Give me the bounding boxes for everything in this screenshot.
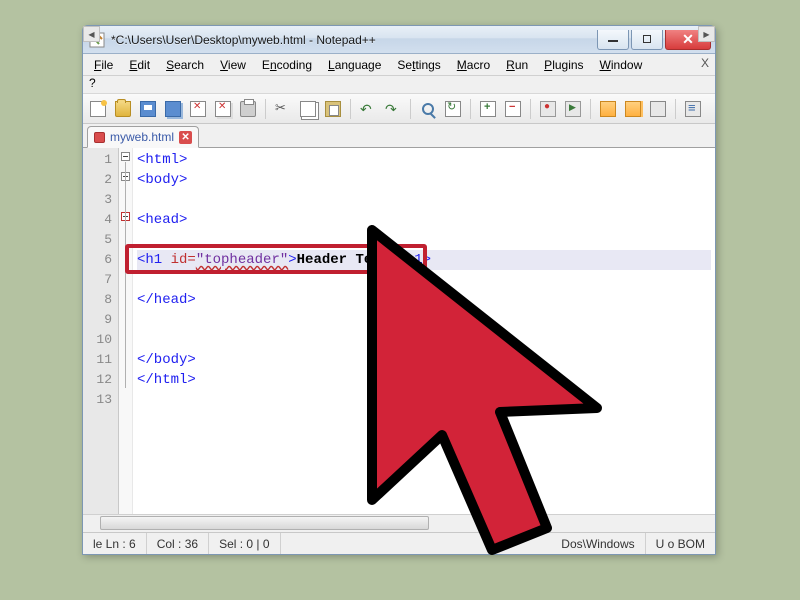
macro-record-button[interactable] — [537, 98, 559, 120]
editor-area[interactable]: 123 456 789 101112 13 <html> <body> <hea… — [83, 148, 715, 514]
redo-button[interactable]: ↷ — [382, 98, 404, 120]
status-col: Col : 36 — [147, 533, 209, 554]
window-title: *C:\Users\User\Desktop\myweb.html - Note… — [111, 33, 597, 47]
status-sel: Sel : 0 | 0 — [209, 533, 280, 554]
menu-edit[interactable]: Edit — [122, 56, 157, 74]
scroll-right-arrow-icon[interactable]: ▶ — [698, 26, 715, 42]
file-tab-myweb[interactable]: myweb.html ✕ — [87, 126, 199, 148]
menubar: File Edit Search View Encoding Language … — [83, 54, 715, 76]
print-button[interactable] — [237, 98, 259, 120]
paste-button[interactable] — [322, 98, 344, 120]
code-content[interactable]: <html> <body> <head> <h1 id="topheader">… — [133, 148, 715, 514]
menu-file[interactable]: File — [87, 56, 120, 74]
cut-button[interactable]: ✂ — [272, 98, 294, 120]
menu-window[interactable]: Window — [593, 56, 650, 74]
copy-button[interactable] — [297, 98, 319, 120]
toolbar: ✂ ↶ ↷ — [83, 94, 715, 124]
status-encoding: U o BOM — [646, 533, 715, 554]
undo-button[interactable]: ↶ — [357, 98, 379, 120]
window-controls: ✕ — [597, 30, 711, 50]
scroll-thumb[interactable] — [100, 516, 429, 530]
save-all-button[interactable] — [162, 98, 184, 120]
macro-play-button[interactable] — [562, 98, 584, 120]
menu-search[interactable]: Search — [159, 56, 211, 74]
toolbar-ext3-button[interactable] — [647, 98, 669, 120]
menu-macro[interactable]: Macro — [450, 56, 497, 74]
unsaved-indicator-icon — [94, 132, 105, 143]
menu-plugins[interactable]: Plugins — [537, 56, 590, 74]
save-button[interactable] — [137, 98, 159, 120]
close-all-button[interactable] — [212, 98, 234, 120]
toolbar-ext1-button[interactable] — [597, 98, 619, 120]
separator — [675, 99, 676, 119]
fold-toggle-icon[interactable] — [121, 152, 130, 161]
menu-settings[interactable]: Settings — [390, 56, 447, 74]
statusbar: le Ln : 6 Col : 36 Sel : 0 | 0 Dos\Windo… — [83, 532, 715, 554]
titlebar[interactable]: *C:\Users\User\Desktop\myweb.html - Note… — [83, 26, 715, 54]
scroll-left-arrow-icon[interactable]: ◀ — [83, 26, 100, 42]
new-file-button[interactable] — [87, 98, 109, 120]
horizontal-scrollbar[interactable]: ◀ ▶ — [83, 514, 715, 532]
replace-button[interactable] — [442, 98, 464, 120]
separator — [265, 99, 266, 119]
word-wrap-button[interactable] — [682, 98, 704, 120]
menu-run[interactable]: Run — [499, 56, 535, 74]
close-file-button[interactable] — [187, 98, 209, 120]
tab-close-icon[interactable]: ✕ — [179, 131, 192, 144]
doc-close-x[interactable]: X — [701, 56, 709, 70]
separator — [350, 99, 351, 119]
toolbar-ext2-button[interactable] — [622, 98, 644, 120]
separator — [590, 99, 591, 119]
fold-column — [119, 148, 133, 514]
tab-bar: myweb.html ✕ — [83, 124, 715, 148]
separator — [530, 99, 531, 119]
status-line: le Ln : 6 — [83, 533, 147, 554]
maximize-button[interactable] — [631, 30, 663, 50]
tab-label: myweb.html — [110, 130, 174, 144]
app-window: *C:\Users\User\Desktop\myweb.html - Note… — [82, 25, 716, 555]
status-eol: Dos\Windows — [551, 533, 645, 554]
minimize-button[interactable] — [597, 30, 629, 50]
zoom-in-button[interactable] — [477, 98, 499, 120]
menu-language[interactable]: Language — [321, 56, 388, 74]
menu-view[interactable]: View — [213, 56, 253, 74]
zoom-out-button[interactable] — [502, 98, 524, 120]
line-number-gutter: 123 456 789 101112 13 — [83, 148, 119, 514]
scroll-track[interactable] — [100, 515, 698, 532]
open-file-button[interactable] — [112, 98, 134, 120]
separator — [470, 99, 471, 119]
menu-encoding[interactable]: Encoding — [255, 56, 319, 74]
help-row[interactable]: ? — [83, 76, 715, 94]
find-button[interactable] — [417, 98, 439, 120]
separator — [410, 99, 411, 119]
